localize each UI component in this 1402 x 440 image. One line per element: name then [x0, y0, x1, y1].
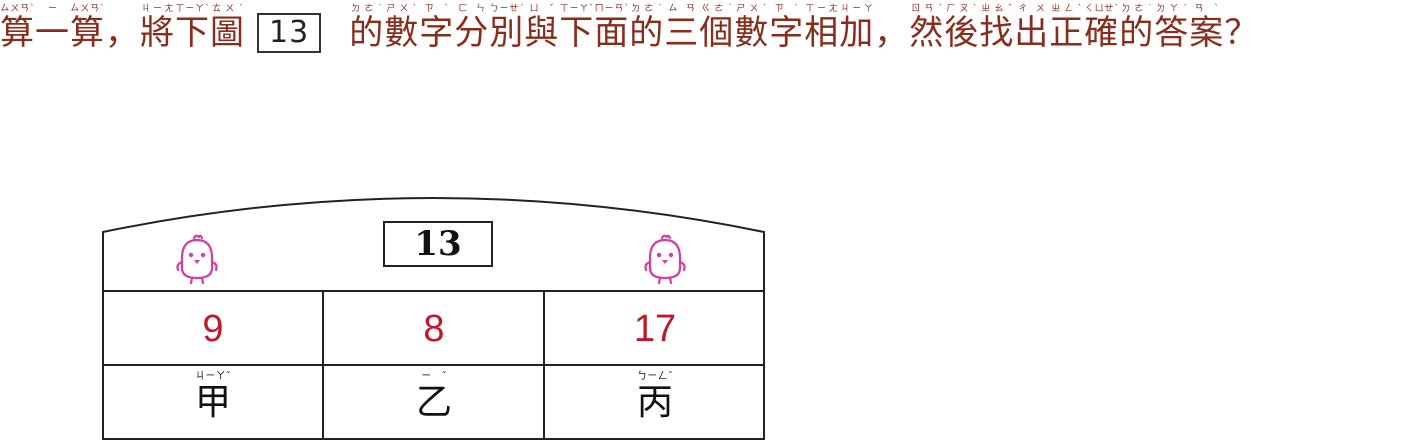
cell-value-b: 8 [423, 308, 445, 350]
top-number-box: 13 [383, 221, 493, 267]
option-label-bing: 丙ㄅㄧㄥˇ [636, 371, 673, 423]
option-label-jia: 甲ㄐㄧㄚˇ [194, 371, 231, 423]
option-label-yi: 乙ㄧˇ [415, 371, 452, 423]
chick-icon [176, 234, 218, 285]
cell-value-a: 9 [202, 308, 224, 350]
cell-value-c: 17 [633, 308, 677, 350]
chick-icon [644, 234, 686, 285]
